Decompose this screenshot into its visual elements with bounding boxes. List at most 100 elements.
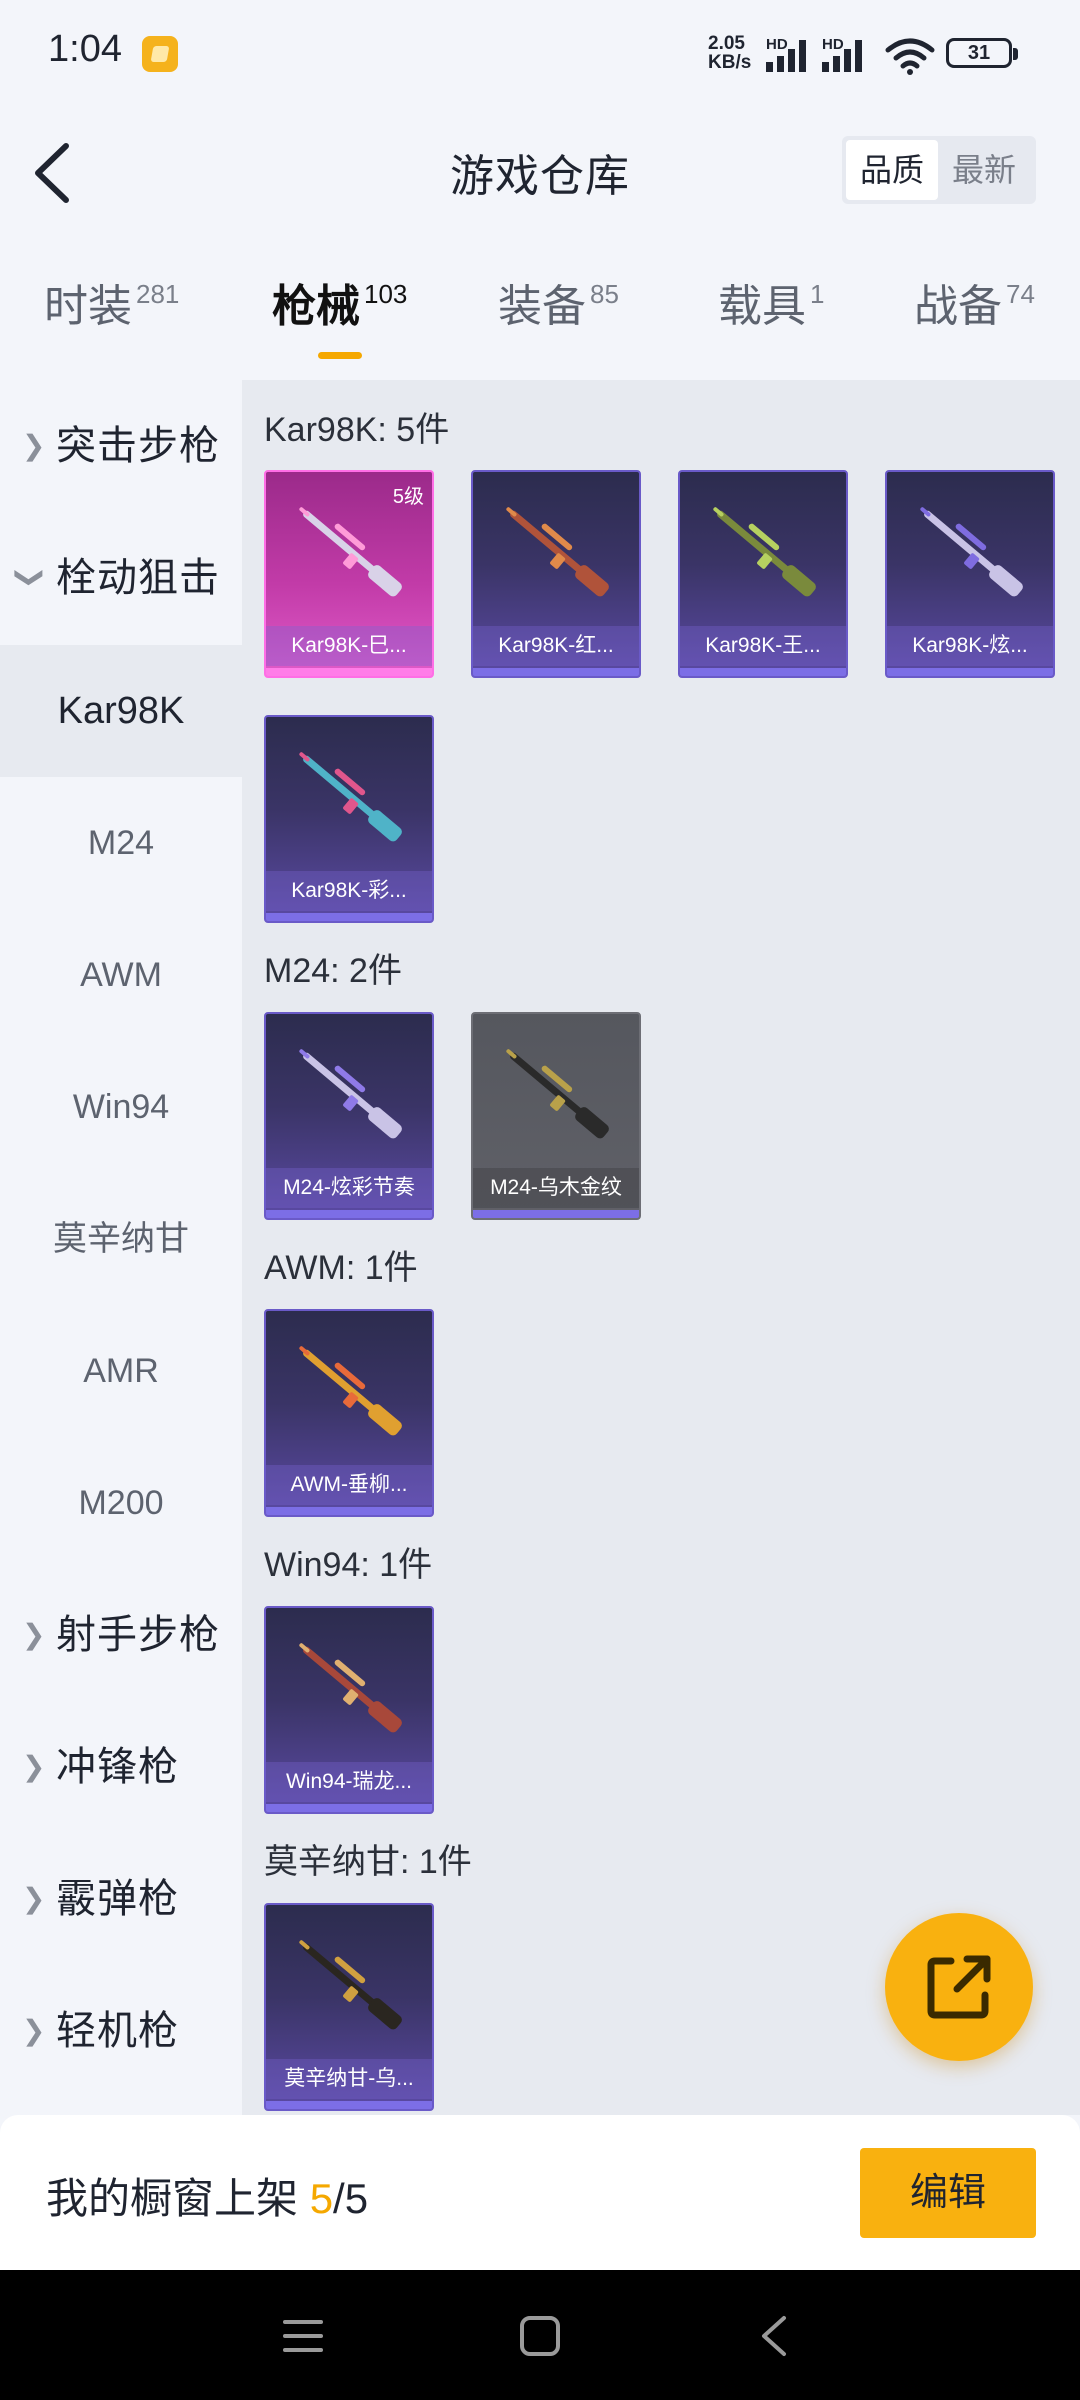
status-time: 1:04 (48, 28, 122, 70)
section-title-awm: AWM: 1件 (264, 1249, 418, 1287)
sidebar-item-label: Win94 (72, 1088, 170, 1126)
sidebar-item-kar98k[interactable]: Kar98K (0, 645, 242, 777)
tab-equipment[interactable]: 装备 85 (498, 270, 619, 360)
sidebar-item-label: AMR (83, 1352, 159, 1390)
rarity-bar (266, 1804, 432, 1812)
home-icon[interactable] (518, 2314, 562, 2358)
skin-card[interactable]: Kar98K-红... (471, 470, 641, 678)
network-speed: 2.05 KB/s (708, 34, 751, 72)
rifle-part (303, 510, 379, 576)
rarity-bar (266, 2101, 432, 2109)
sidebar-item-lmg[interactable]: ❯ 轻机枪 (0, 1965, 242, 2097)
sidebar-item-smg[interactable]: ❯ 冲锋枪 (0, 1701, 242, 1833)
sort-quality-button[interactable]: 品质 (846, 140, 938, 200)
sidebar-item-awm[interactable]: AWM (0, 909, 242, 1041)
sidebar-item-mosin[interactable]: 莫辛纳甘 (0, 1173, 242, 1305)
menu-icon[interactable] (280, 2316, 326, 2356)
rifle-part (303, 1943, 379, 2009)
showcase-status: 我的橱窗上架 5/5 (46, 2165, 368, 2226)
sidebar-item-assault-rifle[interactable]: ❯ 突击步枪 (0, 380, 242, 512)
active-tab-indicator (318, 352, 362, 359)
rifle-icon (506, 507, 609, 597)
weapon-skin-list[interactable]: Kar98K: 5件 5级 Kar98K-巳... Kar98K-红... Ka… (242, 380, 1080, 2115)
skin-card[interactable]: Kar98K-炫... (885, 470, 1055, 678)
showcase-label: 我的橱窗上架 (46, 2175, 299, 2222)
chevron-right-icon: ❯ (22, 1751, 47, 1782)
skin-card[interactable]: Win94-瑞龙... (264, 1606, 434, 1814)
rarity-bar (473, 1210, 639, 1218)
skin-card[interactable]: Kar98K-王... (678, 470, 848, 678)
sidebar-item-m200[interactable]: M200 (0, 1437, 242, 1569)
skin-card[interactable]: 莫辛纳甘-乌... (264, 1903, 434, 2111)
skin-name: Win94-瑞龙... (266, 1762, 432, 1802)
sidebar-item-bolt-sniper[interactable]: ❯ 栓动狙击 (0, 512, 242, 644)
chevron-right-icon: ❯ (22, 2015, 47, 2046)
rifle-icon (299, 1049, 402, 1139)
skin-card[interactable]: 5级 Kar98K-巳... (264, 470, 434, 678)
tab-count: 103 (364, 279, 408, 309)
rifle-part (510, 1052, 586, 1118)
sidebar-item-label: 轻机枪 (56, 2009, 179, 2053)
sidebar-item-label: Kar98K (57, 690, 185, 732)
tab-count: 281 (136, 279, 180, 309)
tab-count: 74 (1006, 279, 1035, 309)
tab-firearms[interactable]: 枪械 103 (272, 270, 407, 360)
skin-name: Kar98K-彩... (266, 871, 432, 911)
rifle-icon (713, 507, 816, 597)
tab-vehicles[interactable]: 载具 1 (718, 270, 824, 360)
rifle-part (717, 510, 793, 576)
wifi-icon (885, 38, 935, 75)
share-button[interactable] (885, 1913, 1033, 2061)
chevron-right-icon: ❯ (22, 430, 47, 461)
network-speed-value: 2.05 (708, 33, 745, 54)
rarity-bar (887, 668, 1053, 676)
sidebar-item-label: 突击步枪 (56, 424, 220, 468)
tab-label: 载具 (718, 282, 806, 331)
skin-name: Kar98K-巳... (266, 626, 432, 666)
skin-name: AWM-垂柳... (266, 1465, 432, 1505)
rifle-part (924, 510, 1000, 576)
rifle-part (303, 1052, 379, 1118)
signal-icon (766, 40, 806, 72)
sidebar-item-amr[interactable]: AMR (0, 1305, 242, 1437)
tab-label: 枪械 (272, 282, 360, 331)
sort-newest-button[interactable]: 最新 (938, 140, 1030, 200)
sidebar-item-m24[interactable]: M24 (0, 777, 242, 909)
skin-card[interactable]: M24-炫彩节奏 (264, 1012, 434, 1220)
rifle-icon (920, 507, 1023, 597)
showcase-separator: / (333, 2175, 345, 2222)
section-title-m24: M24: 2件 (264, 952, 402, 990)
skin-card[interactable]: M24-乌木金纹 (471, 1012, 641, 1220)
share-out-icon (927, 1955, 991, 2019)
back-icon[interactable] (756, 2314, 792, 2358)
tab-label: 装备 (498, 282, 586, 331)
section-title-win94: Win94: 1件 (264, 1546, 433, 1584)
battery-indicator: 31 (946, 38, 1018, 68)
rifle-part (510, 510, 586, 576)
rifle-icon (299, 1940, 402, 2030)
tab-count: 85 (590, 279, 619, 309)
weapon-category-sidebar: ❯ 突击步枪 ❯ 栓动狙击 Kar98K M24 AWM Win94 莫辛纳甘 … (0, 380, 242, 2115)
category-tabs: 时装 281 枪械 103 装备 85 载具 1 战备 74 (0, 270, 1080, 360)
sidebar-item-shotgun[interactable]: ❯ 霰弹枪 (0, 1833, 242, 1965)
showcase-total: 5 (344, 2175, 369, 2222)
skin-card[interactable]: AWM-垂柳... (264, 1309, 434, 1517)
signal-icon-2 (822, 40, 862, 72)
rifle-part (303, 755, 379, 821)
section-title-kar98k: Kar98K: 5件 (264, 411, 450, 449)
sidebar-item-marksman-rifle[interactable]: ❯ 射手步枪 (0, 1569, 242, 1701)
sidebar-item-label: 霰弹枪 (56, 1877, 179, 1921)
tab-fashion[interactable]: 时装 281 (44, 270, 179, 360)
edit-button[interactable]: 编辑 (860, 2148, 1036, 2238)
sort-toggle: 品质 最新 (842, 136, 1036, 204)
rifle-icon (299, 752, 402, 842)
skin-card[interactable]: Kar98K-彩... (264, 715, 434, 923)
skin-name: Kar98K-王... (680, 626, 846, 666)
rifle-icon (299, 507, 402, 597)
sidebar-item-label: 冲锋枪 (56, 1745, 179, 1789)
sidebar-item-win94[interactable]: Win94 (0, 1041, 242, 1173)
tab-supplies[interactable]: 战备 74 (914, 270, 1035, 360)
sidebar-item-label: 射手步枪 (56, 1613, 220, 1657)
skin-name: Kar98K-红... (473, 626, 639, 666)
tab-label: 时装 (44, 282, 132, 331)
